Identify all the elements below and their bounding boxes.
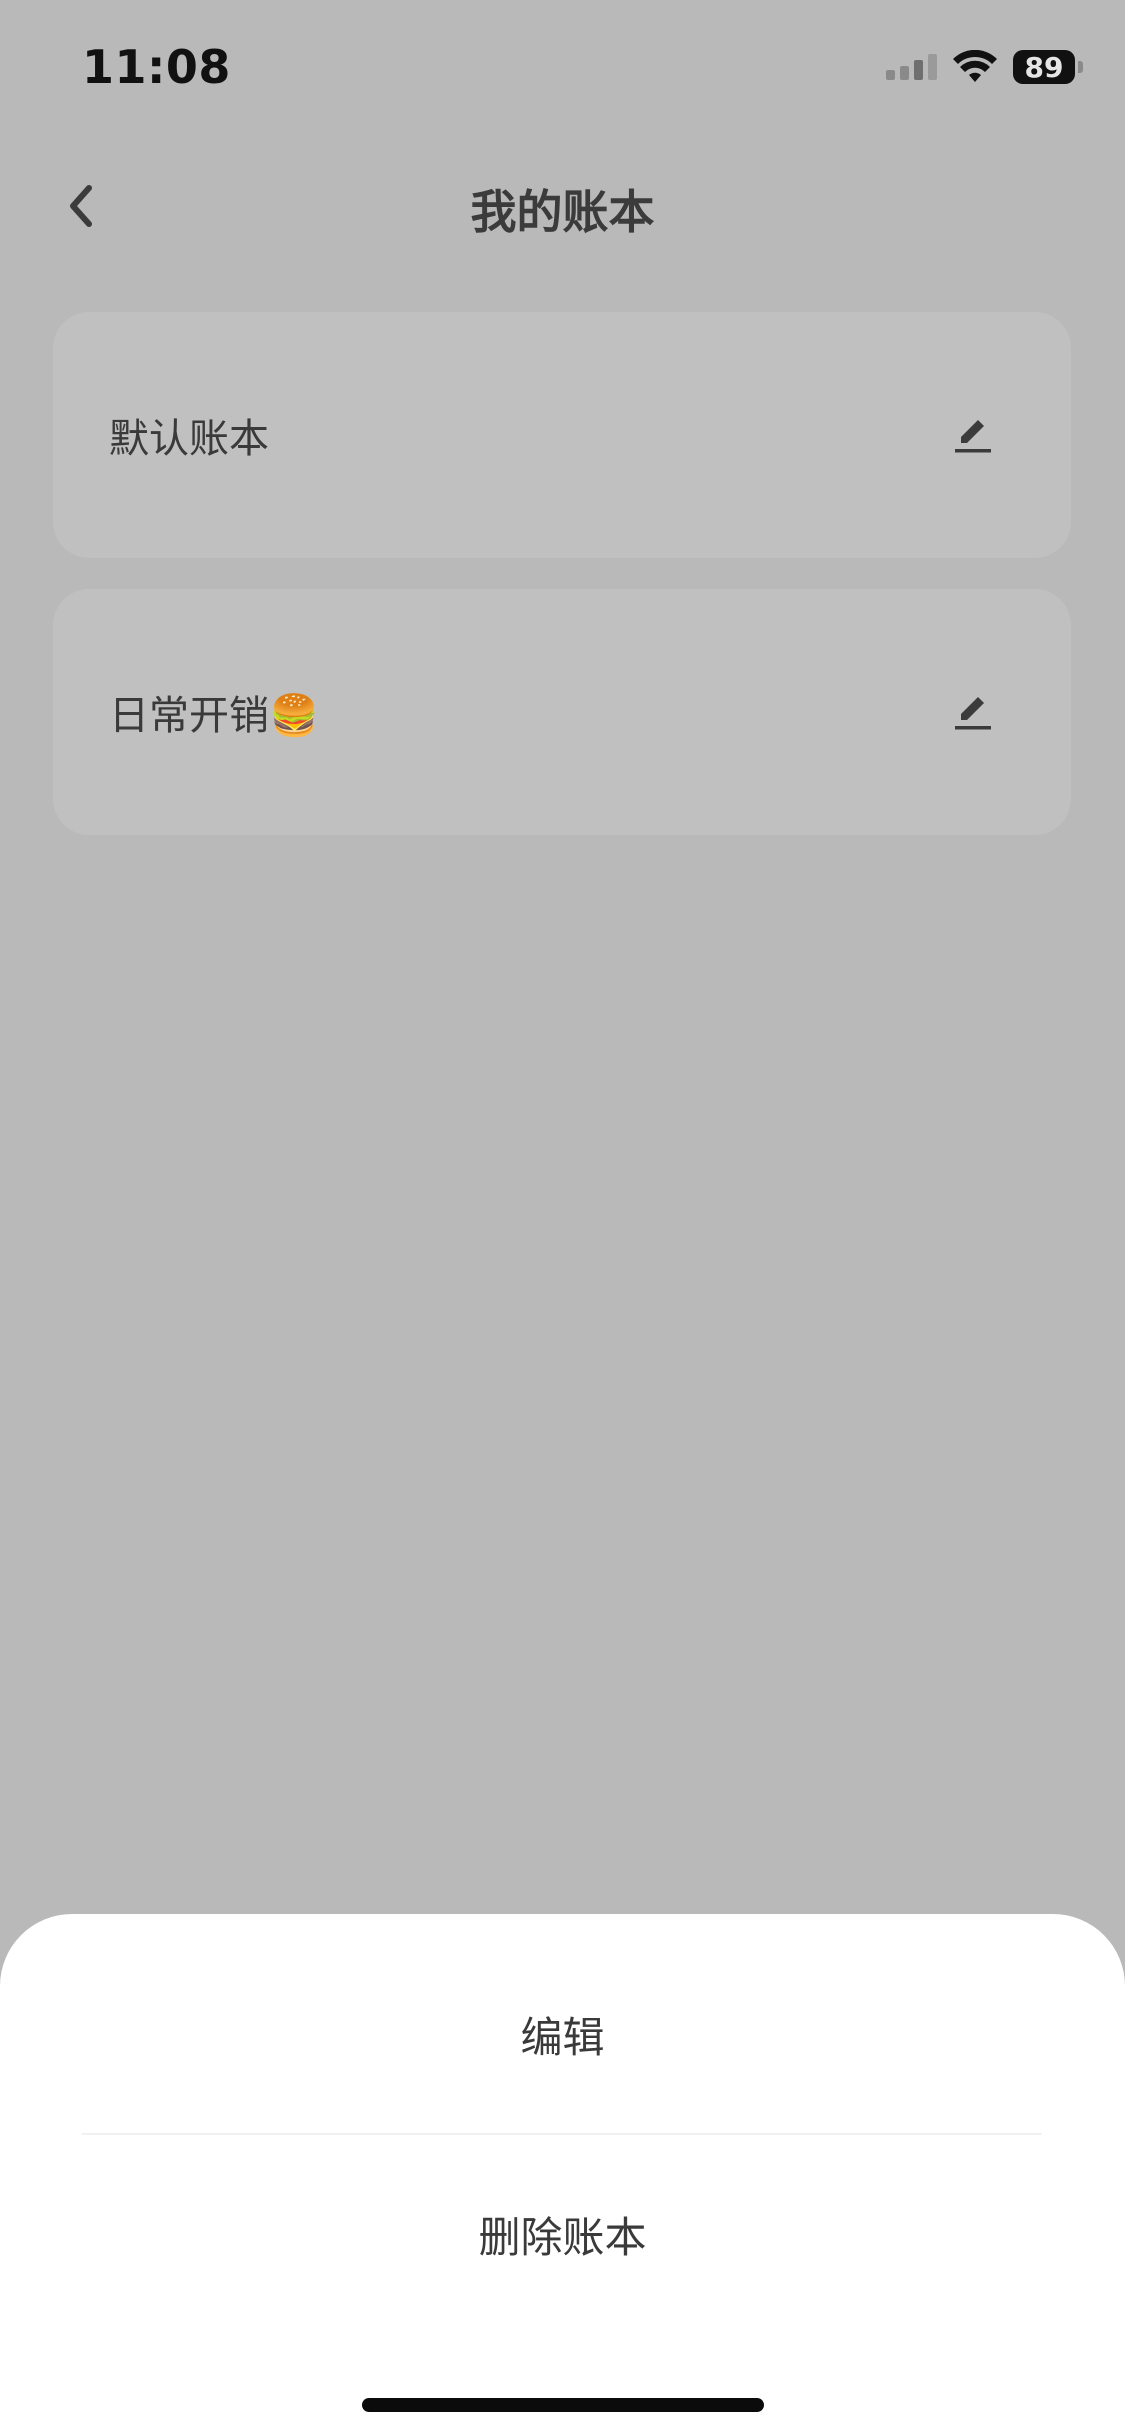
book-name: 默认账本: [109, 416, 269, 462]
signal-icon: [886, 54, 937, 80]
nav-bar: 我的账本: [0, 150, 1125, 260]
status-time: 11:08: [82, 40, 231, 94]
delete-book-option[interactable]: 删除账本: [0, 2204, 1125, 2265]
edit-option[interactable]: 编辑: [0, 2004, 1125, 2065]
battery-level: 89: [1013, 50, 1075, 84]
pencil-icon: [955, 697, 991, 730]
action-sheet: 编辑 删除账本: [0, 1914, 1125, 2436]
home-indicator[interactable]: [362, 2398, 764, 2412]
divider: [82, 2133, 1042, 2135]
book-name: 日常开销🍔: [109, 693, 319, 739]
book-card[interactable]: 默认账本: [53, 312, 1071, 558]
wifi-icon: [953, 50, 997, 84]
edit-book-button[interactable]: [943, 405, 1003, 465]
battery-icon: 89: [1013, 50, 1083, 84]
status-bar: 11:08 89: [0, 0, 1125, 140]
pencil-icon: [955, 420, 991, 453]
edit-book-button[interactable]: [943, 682, 1003, 742]
status-icons: 89: [886, 44, 1083, 90]
book-card[interactable]: 日常开销🍔: [53, 589, 1071, 835]
page-title: 我的账本: [470, 185, 655, 239]
